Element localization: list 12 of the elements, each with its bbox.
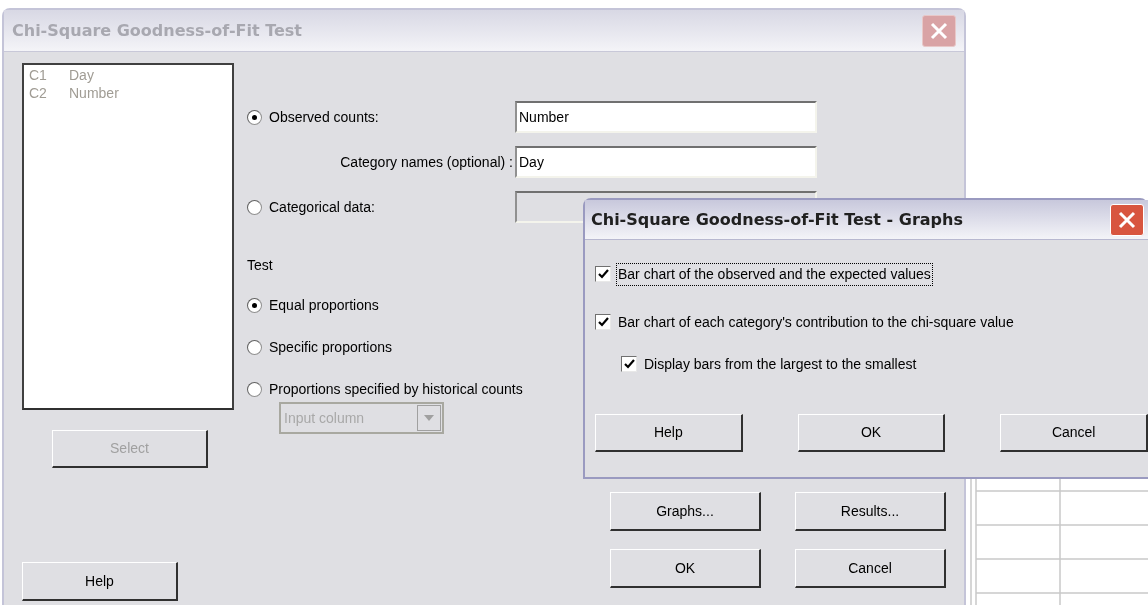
radio-label: Categorical data: (269, 197, 375, 217)
window-title: Chi-Square Goodness-of-Fit Test - Graphs (591, 208, 963, 231)
radio-label: Proportions specified by historical counts (269, 379, 523, 399)
checkbox-label: Bar chart of the observed and the expected values (617, 263, 932, 285)
radio-label: Observed counts: (269, 107, 379, 127)
radio-label: Equal proportions (269, 295, 379, 315)
window-title: Chi-Square Goodness-of-Fit Test (12, 19, 302, 42)
section-label: Test (247, 255, 273, 275)
radio-label: Specific proportions (269, 337, 392, 357)
checkbox-label: Display bars from the largest to the smallest (643, 354, 918, 374)
checkbox-label: Bar chart of each category's contribution to the chi-square value (617, 312, 1015, 332)
field-label: Category names (optional) : (340, 152, 513, 172)
